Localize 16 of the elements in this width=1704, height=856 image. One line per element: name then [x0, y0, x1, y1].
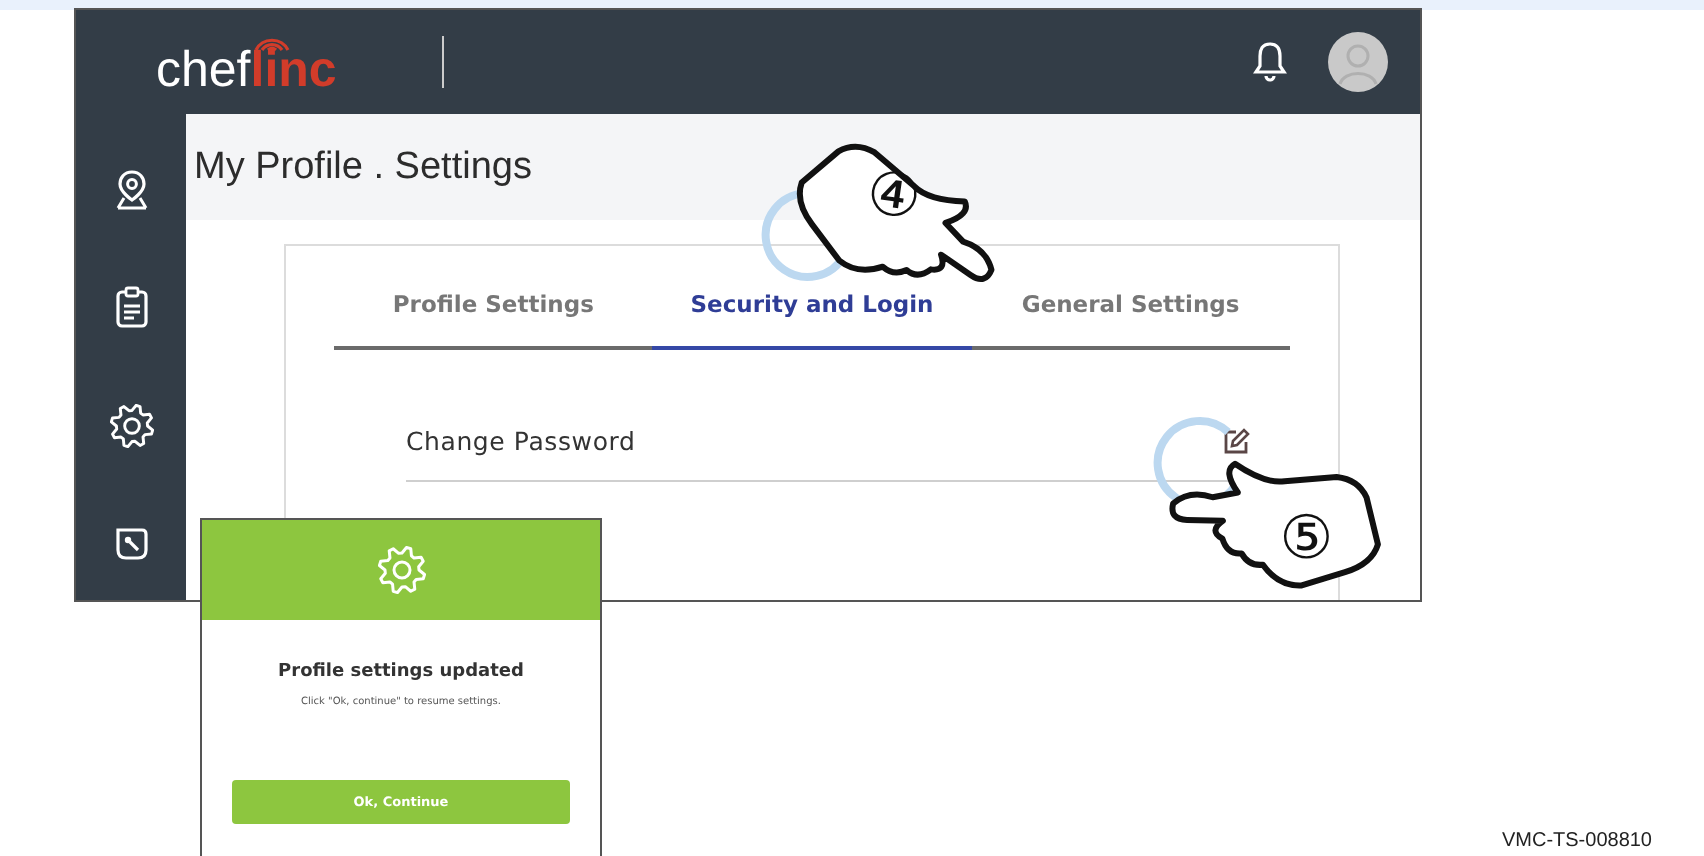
tab[interactable]: General Settings — [971, 266, 1290, 350]
step-number: ⑤ — [1279, 510, 1334, 571]
logo: cheflinc — [156, 25, 337, 99]
bell-icon[interactable] — [1252, 40, 1288, 84]
gear-icon — [375, 544, 427, 596]
dialog-title: Profile settings updated — [278, 662, 524, 682]
clipboard-icon[interactable] — [113, 286, 149, 330]
avatar-icon[interactable] — [1328, 32, 1388, 92]
tab[interactable]: Profile Settings — [334, 266, 653, 350]
setting-label: Change Password — [406, 426, 636, 456]
document-code: VMC-TS-008810 — [1501, 830, 1652, 852]
page-title: My Profile . Settings — [194, 145, 532, 189]
gear-icon[interactable] — [109, 404, 153, 448]
map-pin-icon[interactable] — [111, 168, 151, 212]
edit-icon[interactable] — [1222, 427, 1250, 455]
tag-icon[interactable] — [111, 524, 151, 564]
